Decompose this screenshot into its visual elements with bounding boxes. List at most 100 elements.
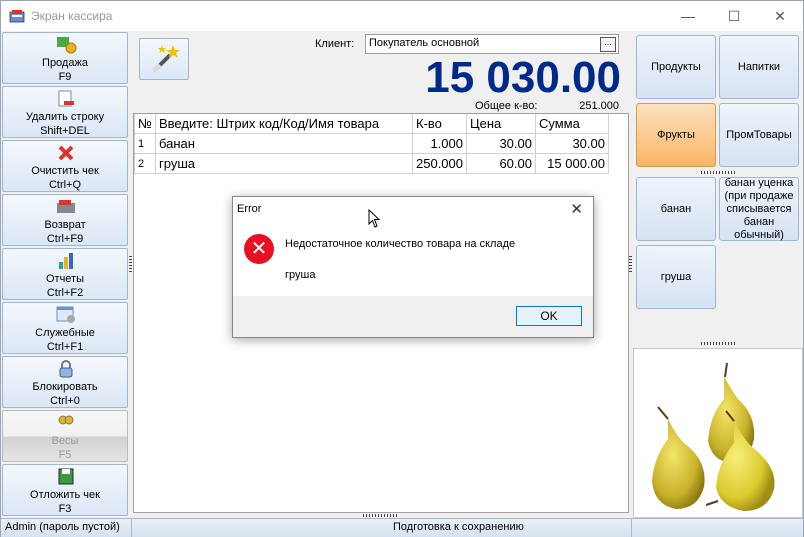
clear-receipt-shortcut: Ctrl+Q <box>48 179 82 191</box>
error-dialog: Error ✕ ✕ Недостаточное количество товар… <box>232 196 594 338</box>
title-bar: Экран кассира — ☐ ✕ <box>1 1 803 31</box>
row-number: 2 <box>134 153 156 174</box>
dialog-title: Error <box>237 203 262 215</box>
client-browse-button[interactable]: ... <box>600 37 616 52</box>
row-sum: 30.00 <box>535 133 609 154</box>
col-number[interactable]: № <box>134 114 156 134</box>
status-separator <box>631 519 632 537</box>
client-label: Клиент: <box>315 38 355 50</box>
scales-shortcut: F5 <box>58 449 72 461</box>
mouse-cursor-icon <box>368 209 380 228</box>
pear-image <box>652 362 775 511</box>
row-product[interactable]: груша <box>155 153 413 174</box>
product-banana-label: банан <box>660 202 692 215</box>
return-icon <box>57 200 75 213</box>
reports-shortcut: Ctrl+F2 <box>46 287 84 299</box>
wizard-button[interactable] <box>139 38 189 80</box>
lock-icon <box>59 360 73 378</box>
dialog-item: груша <box>285 269 316 281</box>
return-label: Возврат <box>44 219 86 231</box>
receipt-total: 15 030.00 <box>425 53 621 102</box>
receipt-table: № Введите: Штрих код/Код/Имя товара К-во… <box>134 114 609 174</box>
service-label: Служебные <box>35 327 95 339</box>
row-price[interactable]: 30.00 <box>466 133 536 154</box>
table-row[interactable]: 2 груша 250.000 60.00 15 000.00 <box>134 153 609 174</box>
product-banana-discount-label: банан уценка (при продаже списывается ба… <box>724 176 794 241</box>
window-title: Экран кассира <box>31 9 113 23</box>
grid-bottom-splitter[interactable] <box>363 514 399 517</box>
right-splitter[interactable] <box>629 256 632 272</box>
minimize-button[interactable]: — <box>665 1 711 31</box>
defer-receipt-shortcut: F3 <box>58 503 72 515</box>
table-row[interactable]: 1 банан 1.000 30.00 30.00 <box>134 133 609 154</box>
product-banana[interactable]: банан <box>636 177 716 241</box>
sale-button[interactable]: Продажа F9 <box>2 32 128 84</box>
category-drinks-label: Напитки <box>737 61 781 73</box>
category-fruits[interactable]: Фрукты <box>636 103 716 167</box>
scales-button[interactable]: Весы F5 <box>2 410 128 462</box>
sale-label: Продажа <box>42 57 88 69</box>
clear-receipt-label: Очистить чек <box>31 165 99 177</box>
delete-row-shortcut: Shift+DEL <box>40 125 90 137</box>
dialog-message: Недостаточное количество товара на склад… <box>285 238 516 250</box>
dialog-footer: OK <box>233 296 593 337</box>
return-shortcut: Ctrl+F9 <box>46 233 84 245</box>
delete-row-label: Удалить строку <box>25 111 105 123</box>
category-products[interactable]: Продукты <box>636 35 716 99</box>
sale-shortcut: F9 <box>58 71 72 83</box>
cashier-window: Экран кассира — ☐ ✕ Продажа F9 Удалить с… <box>0 0 804 537</box>
magic-wand-icon <box>152 45 180 73</box>
ok-button[interactable]: OK <box>516 306 582 326</box>
client-field[interactable]: Покупатель основной ... <box>365 34 619 54</box>
reports-label: Отчеты <box>45 273 85 285</box>
app-icon <box>9 10 25 23</box>
col-product[interactable]: Введите: Штрих код/Код/Имя товара <box>155 114 413 134</box>
error-icon: ✕ <box>244 234 274 264</box>
clear-receipt-icon <box>58 145 74 161</box>
row-price[interactable]: 60.00 <box>466 153 536 174</box>
row-quantity[interactable]: 250.000 <box>412 153 467 174</box>
scales-icon <box>58 415 74 425</box>
left-splitter[interactable] <box>129 256 132 272</box>
category-fruits-label: Фрукты <box>657 129 695 141</box>
return-button[interactable]: Возврат Ctrl+F9 <box>2 194 128 246</box>
maximize-button[interactable]: ☐ <box>711 1 757 31</box>
lock-label: Блокировать <box>32 381 98 393</box>
status-user: Admin (пароль пустой) <box>5 521 120 533</box>
product-pear-label: груша <box>660 270 692 283</box>
right-top-splitter[interactable] <box>701 171 737 174</box>
save-icon <box>58 468 74 485</box>
service-shortcut: Ctrl+F1 <box>46 341 84 353</box>
service-icon <box>56 306 75 323</box>
defer-receipt-label: Отложить чек <box>30 489 100 501</box>
row-quantity[interactable]: 1.000 <box>412 133 467 154</box>
close-window-button[interactable]: ✕ <box>757 1 803 31</box>
grid-header-row: № Введите: Штрих код/Код/Имя товара К-во… <box>134 114 609 134</box>
scales-label: Весы <box>51 435 79 447</box>
col-quantity[interactable]: К-во <box>412 114 467 134</box>
right-bottom-splitter[interactable] <box>701 342 737 345</box>
total-quantity-value: 251.000 <box>579 100 619 112</box>
col-price[interactable]: Цена <box>466 114 536 134</box>
status-bar: Admin (пароль пустой) Подготовка к сохра… <box>1 518 803 537</box>
service-button[interactable]: Служебные Ctrl+F1 <box>2 302 128 354</box>
product-image-panel <box>633 348 803 518</box>
delete-row-button[interactable]: Удалить строку Shift+DEL <box>2 86 128 138</box>
total-quantity-label: Общее к-во: <box>475 100 538 112</box>
dialog-close-button[interactable]: ✕ <box>570 200 583 218</box>
category-drinks[interactable]: Напитки <box>719 35 799 99</box>
clear-receipt-button[interactable]: Очистить чек Ctrl+Q <box>2 140 128 192</box>
reports-button[interactable]: Отчеты Ctrl+F2 <box>2 248 128 300</box>
col-sum[interactable]: Сумма <box>535 114 609 134</box>
product-pear[interactable]: груша <box>636 245 716 309</box>
defer-receipt-button[interactable]: Отложить чек F3 <box>2 464 128 516</box>
category-industrial[interactable]: ПромТовары <box>719 103 799 167</box>
product-banana-discount[interactable]: банан уценка (при продаже списывается ба… <box>719 177 799 241</box>
status-message: Подготовка к сохранению <box>393 521 524 533</box>
category-industrial-label: ПромТовары <box>726 129 792 141</box>
row-product[interactable]: банан <box>155 133 413 154</box>
cash-register-icon <box>57 37 77 54</box>
reports-icon <box>59 253 73 269</box>
client-value: Покупатель основной <box>369 37 480 49</box>
lock-button[interactable]: Блокировать Ctrl+0 <box>2 356 128 408</box>
